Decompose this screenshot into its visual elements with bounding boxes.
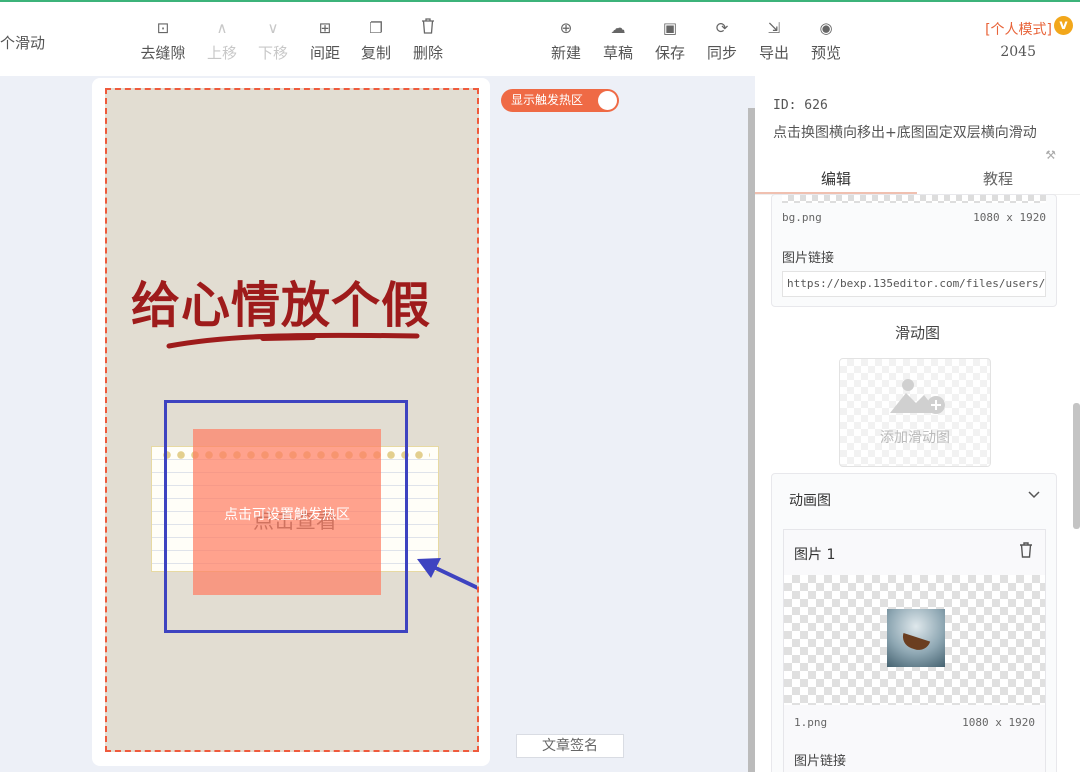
show-hotspot-label: 显示触发热区 — [511, 93, 584, 107]
remove-gap-icon: ⊡ — [156, 19, 170, 37]
article-signature-button[interactable]: 文章签名 — [516, 734, 624, 758]
spacing-label: 间距 — [309, 44, 340, 62]
export-label: 导出 — [758, 44, 789, 62]
eye-icon: ◉ — [819, 19, 833, 37]
artboard[interactable]: 给心情放个假 点击查看 点击可设置触发热区 — [105, 88, 479, 752]
toggle-knob — [598, 91, 617, 110]
boat-thumbnail — [887, 609, 945, 667]
add-slide-label: 添加滑动图 — [880, 430, 950, 446]
copy-icon: ❐ — [369, 19, 383, 37]
top-toolbar: 个滑动 ⊡ 去缝隙 ∧ 上移 ∨ 下移 ⊞ 间距 ❐ 复制 删除 ⊕ 新建 ☁ … — [0, 0, 1080, 76]
slide-section-title: 滑动图 — [894, 324, 940, 342]
template-title-fragment: 个滑动 — [0, 34, 46, 52]
settings-panel: ID: 626 点击换图横向移出+底图固定双层横向滑动 ⚒ 编辑 教程 bg.p… — [755, 76, 1080, 772]
draft-button[interactable]: ☁ 草稿 — [593, 18, 643, 63]
anim-section: 动画图 图片 1 1.png 1080 x 1920 图片链接 — [771, 473, 1057, 772]
preview-label: 预览 — [810, 44, 841, 62]
vip-badge: v — [1054, 16, 1073, 35]
panel-scrollbar[interactable] — [1073, 403, 1080, 529]
chevron-up-icon: ∧ — [216, 19, 228, 37]
trash-icon — [403, 18, 453, 38]
anim-link-label: 图片链接 — [794, 754, 847, 769]
export-icon: ⇲ — [767, 19, 781, 37]
save-label: 保存 — [654, 44, 685, 62]
chevron-down-icon: ∨ — [267, 19, 279, 37]
template-description: 点击换图横向移出+底图固定双层横向滑动 — [773, 125, 1037, 141]
spacing-button[interactable]: ⊞ 间距 — [300, 18, 350, 63]
trash-icon[interactable] — [1019, 542, 1033, 562]
bg-link-label: 图片链接 — [782, 251, 835, 266]
bg-image-preview — [782, 195, 1046, 203]
sync-icon: ⟳ — [715, 19, 729, 37]
sync-label: 同步 — [706, 44, 737, 62]
tools-icon[interactable]: ⚒ — [1045, 148, 1056, 162]
user-count: 2045 — [1000, 44, 1036, 60]
delete-label: 删除 — [412, 44, 443, 62]
copy-button[interactable]: ❐ 复制 — [351, 18, 401, 63]
personal-mode-link[interactable]: [个人模式] — [985, 19, 1052, 39]
highlight-frame — [164, 400, 408, 633]
remove-gap-button[interactable]: ⊡ 去缝隙 — [138, 18, 188, 63]
move-down-label: 下移 — [257, 44, 288, 62]
anim-image-card: 图片 1 1.png 1080 x 1920 图片链接 — [783, 529, 1046, 772]
anim-image-title: 图片 1 — [794, 547, 836, 563]
copy-label: 复制 — [360, 44, 391, 62]
anim-image-size: 1080 x 1920 — [962, 716, 1035, 729]
canvas-scrollbar[interactable] — [748, 108, 755, 772]
preview-button[interactable]: ◉ 预览 — [801, 18, 851, 63]
save-button[interactable]: ▣ 保存 — [645, 18, 695, 63]
headline-text: 给心情放个假 — [131, 277, 432, 334]
pointer-arrow — [417, 558, 477, 590]
tab-edit[interactable]: 编辑 — [755, 168, 917, 189]
add-slide-button[interactable]: 添加滑动图 — [839, 358, 991, 467]
tab-tutorial[interactable]: 教程 — [917, 168, 1079, 189]
brush-underline — [166, 332, 420, 349]
spacing-icon: ⊞ — [318, 19, 332, 37]
anim-image-preview[interactable] — [784, 575, 1045, 705]
anim-section-title[interactable]: 动画图 — [789, 490, 831, 510]
chevron-down-icon[interactable] — [1028, 488, 1040, 503]
move-up-button[interactable]: ∧ 上移 — [197, 18, 247, 63]
anim-filename: 1.png — [794, 716, 828, 729]
new-button[interactable]: ⊕ 新建 — [541, 18, 591, 63]
remove-gap-label: 去缝隙 — [140, 44, 186, 62]
cloud-icon: ☁ — [610, 19, 626, 37]
sync-button[interactable]: ⟳ 同步 — [697, 18, 747, 63]
bg-filename: bg.png — [782, 211, 822, 224]
move-up-label: 上移 — [206, 44, 237, 62]
save-icon: ▣ — [662, 19, 678, 37]
new-file-icon: ⊕ — [559, 19, 573, 37]
draft-label: 草稿 — [602, 44, 633, 62]
move-down-button[interactable]: ∨ 下移 — [248, 18, 298, 63]
template-id: ID: 626 — [773, 98, 828, 113]
bg-image-card: bg.png 1080 x 1920 图片链接 https://bexp.135… — [771, 194, 1057, 307]
new-label: 新建 — [550, 44, 581, 62]
export-button[interactable]: ⇲ 导出 — [749, 18, 799, 63]
add-image-icon — [890, 379, 945, 414]
show-hotspot-toggle[interactable]: 显示触发热区 — [501, 89, 619, 112]
bg-url-input[interactable]: https://bexp.135editor.com/files/users/( — [782, 271, 1046, 297]
bg-image-size: 1080 x 1920 — [973, 211, 1046, 224]
delete-button[interactable]: 删除 — [403, 18, 453, 63]
